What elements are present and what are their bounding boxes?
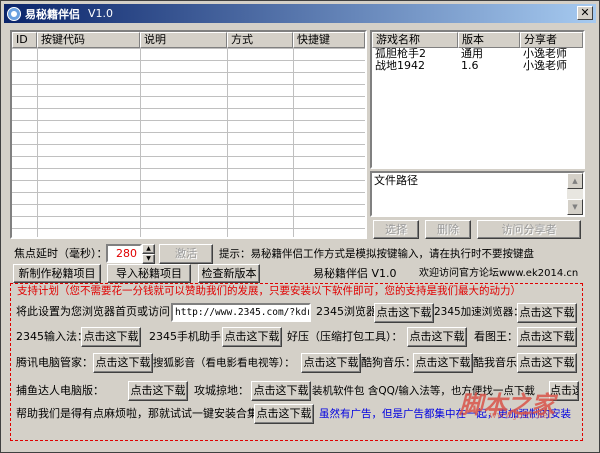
activate-button[interactable]: 激活 [159,244,213,264]
browser2345-fast-label: 2345加速浏览器： [434,306,524,318]
col-id[interactable]: ID [12,32,37,48]
code-table[interactable]: ID 按键代码 说明 方式 快捷键 [10,30,367,239]
app-info-text: 易秘籍伴侣 V1.0 [313,267,397,280]
kantu-label: 看图王： [474,330,518,343]
delay-up-icon[interactable]: ▲ [142,244,155,254]
phone2345-label: 2345手机助手： [149,330,232,343]
sohu-label: 搜狐影音（看电影看电视等）： [153,357,295,369]
col-sharer[interactable]: 分享者 [520,32,583,48]
check-version-button[interactable]: 检查新版本 [198,264,260,283]
app-gear-icon [7,6,21,21]
haozip-label: 好压（压缩打包工具）： [287,330,403,343]
download-bundle-button[interactable]: 点击这下载 [254,404,314,424]
homepage-label: 将此设置为您浏览器首页或访问： [16,305,181,318]
col-hotkey[interactable]: 快捷键 [293,32,365,48]
download-phone2345-button[interactable]: 点击这下载 [222,327,282,347]
forum-text: 欢迎访问官方论坛www.ek2014.cn [419,268,579,279]
download-fishing-button[interactable]: 点击这下载 [128,381,188,401]
download-haozip-button[interactable]: 点击这下载 [407,327,467,347]
scroll-down-icon[interactable]: ▼ [567,199,583,215]
col-key-code[interactable]: 按键代码 [37,32,140,48]
download-kuwo-button[interactable]: 点击这下载 [517,353,577,373]
download-browser2345-button[interactable]: 点击这下载 [374,303,434,323]
file-path-label: 文件路径 [374,174,418,187]
title-bar: 易秘籍伴侣 V1.0 ✕ [4,4,596,23]
game-row[interactable]: 战地1942 1.6 小逸老师 [372,60,583,72]
homepage-url-field[interactable]: http://www.2345.com/?kdreg [171,303,311,322]
scroll-up-icon[interactable]: ▲ [567,173,583,189]
window-version: V1.0 [88,7,114,20]
file-path-scrollbar[interactable]: ▲ ▼ [567,173,583,215]
col-version[interactable]: 版本 [458,32,520,48]
main-window: 易秘籍伴侣 V1.0 ✕ ID 按键代码 说明 方式 快捷键 游戏名称 版本 分… [0,0,600,453]
code-table-grid [12,48,365,237]
gongcheng-label: 攻城掠地： [194,384,249,397]
download-kantu-button[interactable]: 点击这下载 [517,327,577,347]
new-project-button[interactable]: 新制作秘籍项目 [13,264,101,283]
code-table-header: ID 按键代码 说明 方式 快捷键 [12,32,365,48]
file-path-box[interactable]: 文件路径 ▲ ▼ [370,171,585,217]
window-title: 易秘籍伴侣 [25,7,80,21]
close-button[interactable]: ✕ [577,6,593,20]
col-description[interactable]: 说明 [140,32,227,48]
kugou-label: 酷狗音乐： [361,356,416,369]
visit-sharer-button[interactable]: 访问分享者 [477,220,581,239]
download-browser2345-fast-button[interactable]: 点击这下载 [517,303,577,323]
download-input2345-button[interactable]: 点击这下载 [81,327,141,347]
game-table-header: 游戏名称 版本 分享者 [372,32,583,48]
download-sohu-button[interactable]: 点击这下载 [301,353,361,373]
import-project-button[interactable]: 导入秘籍项目 [107,264,191,283]
kuwo-label: 酷我音乐 [473,356,517,369]
delay-input[interactable]: 280 [106,244,142,263]
tip-text: 提示：易秘籍伴侣工作方式是模拟按键输入，请在执行时不要按键盘 [219,248,534,260]
help-label: 帮助我们是得有点麻烦啦，那就试试一键安装合集： [16,407,269,420]
support-plan-title: 支持计划（您不需要花一分钱就可以赞助我们的发展，只要安装以下软件即可，您的支持是… [17,284,521,298]
tencent-label: 腾讯电脑管家： [16,356,93,369]
watermark-url: www.jb51.net [489,411,552,421]
col-game-name[interactable]: 游戏名称 [372,32,458,48]
fishing-label: 捕鱼达人电脑版： [16,384,104,397]
delay-down-icon[interactable]: ▼ [142,254,155,264]
select-button[interactable]: 选择 [373,220,419,239]
game-row[interactable]: 孤胆枪手2 通用 小逸老师 [372,48,583,60]
delay-label: 焦点延时（毫秒）： [14,247,108,260]
input2345-label: 2345输入法： [16,330,88,343]
download-kugou-button[interactable]: 点击这下载 [413,353,473,373]
download-gongcheng-button[interactable]: 点击这下载 [251,381,311,401]
download-tencent-button[interactable]: 点击这下载 [93,353,153,373]
delete-button[interactable]: 删除 [425,220,471,239]
col-mode[interactable]: 方式 [227,32,293,48]
game-table[interactable]: 游戏名称 版本 分享者 孤胆枪手2 通用 小逸老师 战地1942 1.6 小逸老… [370,30,585,169]
